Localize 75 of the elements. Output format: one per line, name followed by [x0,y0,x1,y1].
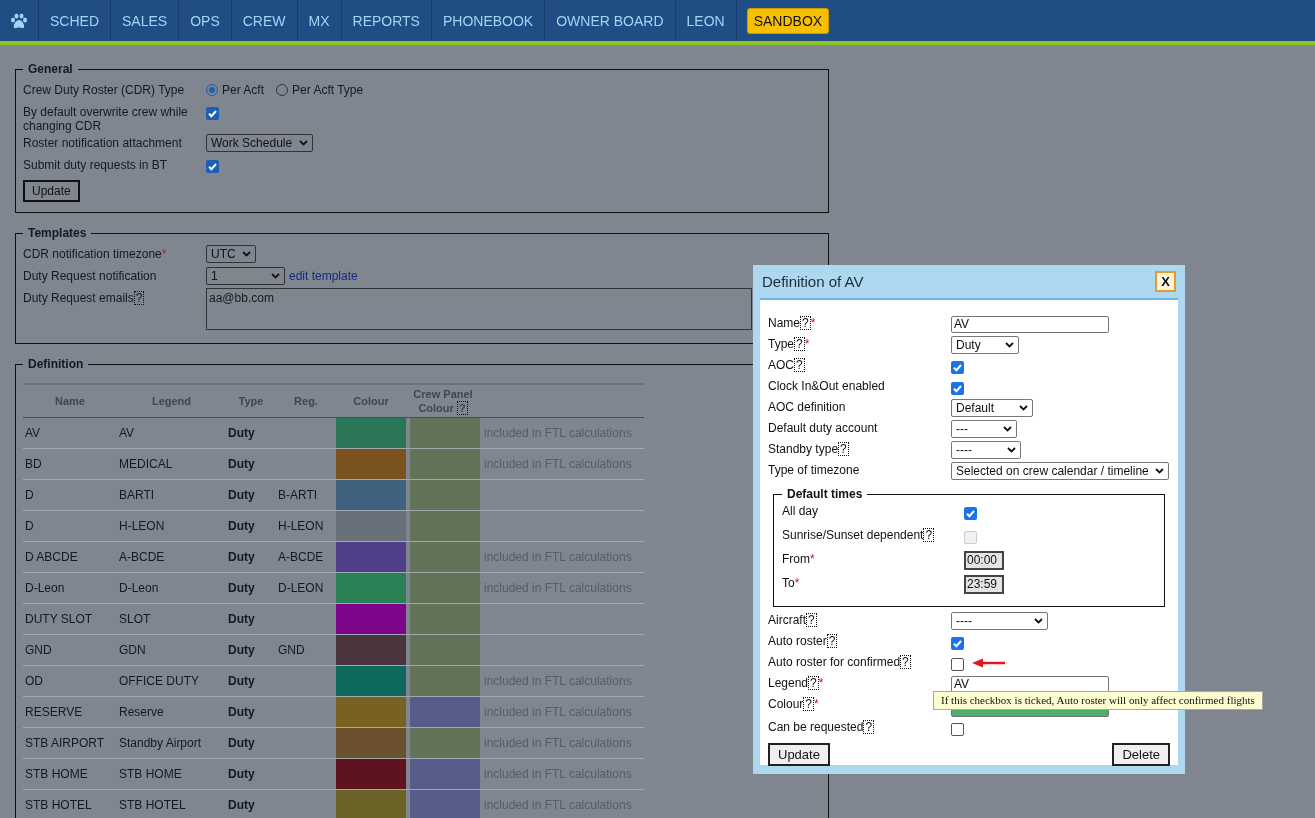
table-cell: STB HOTEL [23,789,117,818]
table-cell: Duty [226,572,276,604]
field-label: Default duty account [768,420,879,435]
table-cell: Standby Airport [117,727,226,759]
table-cell: D-Leon [117,572,226,604]
panel-title: Definition [27,357,85,371]
table-cell: Duty [226,696,276,728]
table-cell: D [23,479,117,511]
field-label: By default overwrite crew while changing CDR [23,104,189,133]
tooltip: If this checkbox is ticked, Auto roster will only affect confirmed flights [933,691,1263,710]
table-cell: STB HOME [23,758,117,790]
field-label: Can be requested ? [768,719,876,734]
table-cell: Duty [226,727,276,759]
table-cell: MEDICAL [117,448,226,480]
field-label: Type ? * [768,336,811,351]
table-cell: A-BCDE [117,541,226,573]
field-label: Clock In&Out enabled [768,378,886,393]
table-cell: OD [23,665,117,697]
column-header: Name [23,384,117,418]
table-cell: Duty [226,417,276,449]
table-cell: STB HOME [117,758,226,790]
table-cell: DUTY SLOT [23,603,117,635]
field-label: All day [782,503,820,518]
table-cell: AV [23,417,117,449]
field-label: To* [782,575,801,590]
field-label: From* [782,551,816,566]
field-label: Legend ? * [768,675,825,690]
table-cell: STB AIRPORT [23,727,117,759]
table-cell: BD [23,448,117,480]
field-label: Duty Request emails ? [23,290,146,305]
table-cell: GDN [117,634,226,666]
table-cell: Duty [226,510,276,542]
field-label: Type of timezone [768,462,861,477]
table-cell: Duty [226,541,276,573]
field-label: Name ? * [768,315,817,330]
table-cell: Duty [226,665,276,697]
field-label: AOC ? [768,357,806,372]
table-cell: RESERVE [23,696,117,728]
column-header: Reg. [276,384,336,418]
radio-label: Per Acft [222,83,265,97]
panel-title: Templates [27,226,88,240]
panel-title: General [27,62,74,76]
table-cell: H-LEON [117,510,226,542]
column-header: Type [226,384,276,418]
table-cell: OFFICE DUTY [117,665,226,697]
table-cell: D ABCDE [23,541,117,573]
field-label: CDR notification timezone* [23,246,168,261]
field-label: Aircraft ? [768,612,818,627]
field-label: Duty Request notification [23,268,158,283]
field-label: AOC definition [768,399,847,414]
table-cell: Duty [226,603,276,635]
table-cell: Reserve [117,696,226,728]
table-cell: BARTI [117,479,226,511]
column-header: Legend [117,384,226,418]
field-label: Standby type ? [768,441,850,456]
field-label: Submit duty requests in BT [23,157,169,172]
table-cell: Duty [226,789,276,818]
field-label: Crew Duty Roster (CDR) Type [23,82,186,97]
table-cell: Duty [226,448,276,480]
table-cell: Duty [226,758,276,790]
table-cell: AV [117,417,226,449]
field-label: Sunrise/Sunset dependent ? [782,527,936,542]
field-label: Auto roster for confirmed ? [768,654,912,669]
radio-label: Per Acft Type [292,83,364,97]
field-label: Auto roster ? [768,633,839,648]
table-cell: Duty [226,479,276,511]
group-title: Default times [786,487,864,501]
table-cell: GND [23,634,117,666]
dialog-title: Definition of AV [762,273,864,290]
table-cell: STB HOTEL [117,789,226,818]
table-cell: Duty [226,634,276,666]
table-cell: SLOT [117,603,226,635]
field-label: Roster notification attachment [23,135,183,150]
table-cell: D [23,510,117,542]
table-cell: D-Leon [23,572,117,604]
